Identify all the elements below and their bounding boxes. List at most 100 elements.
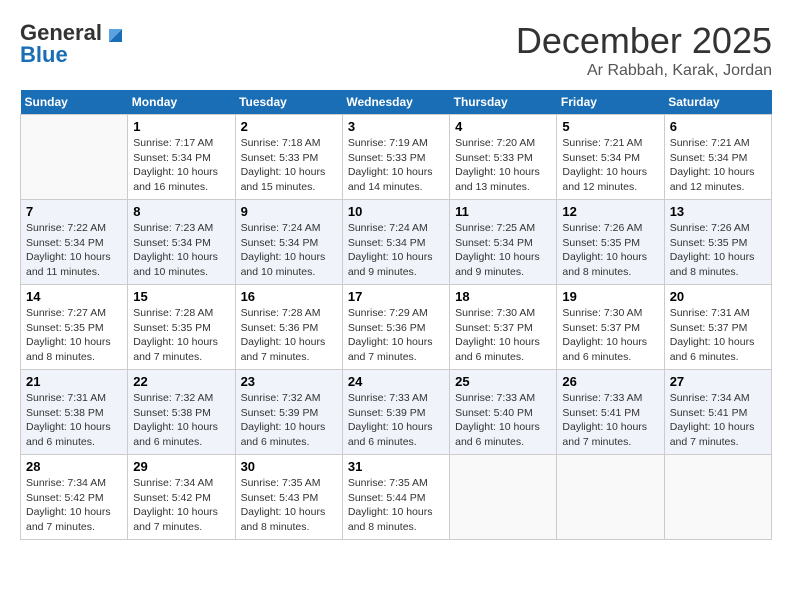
weekday-header-monday: Monday bbox=[128, 90, 235, 115]
calendar-cell: 25 Sunrise: 7:33 AM Sunset: 5:40 PM Dayli… bbox=[450, 370, 557, 455]
day-number: 25 bbox=[455, 374, 551, 389]
day-number: 19 bbox=[562, 289, 658, 304]
day-number: 12 bbox=[562, 204, 658, 219]
day-info: Sunrise: 7:30 AM Sunset: 5:37 PM Dayligh… bbox=[562, 306, 658, 365]
logo: General Blue bbox=[20, 20, 124, 68]
day-info: Sunrise: 7:33 AM Sunset: 5:39 PM Dayligh… bbox=[348, 391, 444, 450]
day-number: 18 bbox=[455, 289, 551, 304]
calendar-table: SundayMondayTuesdayWednesdayThursdayFrid… bbox=[20, 90, 772, 540]
day-info: Sunrise: 7:33 AM Sunset: 5:41 PM Dayligh… bbox=[562, 391, 658, 450]
day-info: Sunrise: 7:26 AM Sunset: 5:35 PM Dayligh… bbox=[562, 221, 658, 280]
calendar-cell: 1 Sunrise: 7:17 AM Sunset: 5:34 PM Daylig… bbox=[128, 115, 235, 200]
calendar-cell: 23 Sunrise: 7:32 AM Sunset: 5:39 PM Dayli… bbox=[235, 370, 342, 455]
weekday-header-friday: Friday bbox=[557, 90, 664, 115]
day-number: 6 bbox=[670, 119, 766, 134]
day-info: Sunrise: 7:28 AM Sunset: 5:35 PM Dayligh… bbox=[133, 306, 229, 365]
calendar-cell: 21 Sunrise: 7:31 AM Sunset: 5:38 PM Dayli… bbox=[21, 370, 128, 455]
day-info: Sunrise: 7:31 AM Sunset: 5:38 PM Dayligh… bbox=[26, 391, 122, 450]
title-block: December 2025 Ar Rabbah, Karak, Jordan bbox=[516, 20, 772, 80]
day-info: Sunrise: 7:30 AM Sunset: 5:37 PM Dayligh… bbox=[455, 306, 551, 365]
weekday-header-saturday: Saturday bbox=[664, 90, 771, 115]
calendar-cell: 18 Sunrise: 7:30 AM Sunset: 5:37 PM Dayli… bbox=[450, 285, 557, 370]
day-info: Sunrise: 7:20 AM Sunset: 5:33 PM Dayligh… bbox=[455, 136, 551, 195]
day-info: Sunrise: 7:19 AM Sunset: 5:33 PM Dayligh… bbox=[348, 136, 444, 195]
calendar-cell: 15 Sunrise: 7:28 AM Sunset: 5:35 PM Dayli… bbox=[128, 285, 235, 370]
page-header: General Blue December 2025 Ar Rabbah, Ka… bbox=[20, 20, 772, 80]
day-info: Sunrise: 7:34 AM Sunset: 5:41 PM Dayligh… bbox=[670, 391, 766, 450]
day-info: Sunrise: 7:28 AM Sunset: 5:36 PM Dayligh… bbox=[241, 306, 337, 365]
calendar-cell: 27Sunrise: 7:34 AM Sunset: 5:41 PM Dayli… bbox=[664, 370, 771, 455]
day-number: 10 bbox=[348, 204, 444, 219]
day-info: Sunrise: 7:34 AM Sunset: 5:42 PM Dayligh… bbox=[133, 476, 229, 535]
day-number: 5 bbox=[562, 119, 658, 134]
calendar-cell: 28Sunrise: 7:34 AM Sunset: 5:42 PM Dayli… bbox=[21, 455, 128, 540]
calendar-cell: 16Sunrise: 7:28 AM Sunset: 5:36 PM Dayli… bbox=[235, 285, 342, 370]
day-info: Sunrise: 7:17 AM Sunset: 5:34 PM Dayligh… bbox=[133, 136, 229, 195]
calendar-cell bbox=[557, 455, 664, 540]
calendar-cell: 30 Sunrise: 7:35 AM Sunset: 5:43 PM Dayli… bbox=[235, 455, 342, 540]
calendar-cell: 20 Sunrise: 7:31 AM Sunset: 5:37 PM Dayli… bbox=[664, 285, 771, 370]
day-number: 31 bbox=[348, 459, 444, 474]
calendar-cell: 6 Sunrise: 7:21 AM Sunset: 5:34 PM Daylig… bbox=[664, 115, 771, 200]
day-number: 15 bbox=[133, 289, 229, 304]
day-info: Sunrise: 7:22 AM Sunset: 5:34 PM Dayligh… bbox=[26, 221, 122, 280]
calendar-cell: 31 Sunrise: 7:35 AM Sunset: 5:44 PM Dayli… bbox=[342, 455, 449, 540]
location-subtitle: Ar Rabbah, Karak, Jordan bbox=[516, 62, 772, 80]
day-number: 28 bbox=[26, 459, 122, 474]
day-info: Sunrise: 7:33 AM Sunset: 5:40 PM Dayligh… bbox=[455, 391, 551, 450]
day-info: Sunrise: 7:21 AM Sunset: 5:34 PM Dayligh… bbox=[670, 136, 766, 195]
calendar-cell bbox=[21, 115, 128, 200]
day-info: Sunrise: 7:31 AM Sunset: 5:37 PM Dayligh… bbox=[670, 306, 766, 365]
day-info: Sunrise: 7:32 AM Sunset: 5:39 PM Dayligh… bbox=[241, 391, 337, 450]
logo-icon bbox=[104, 24, 122, 42]
day-info: Sunrise: 7:21 AM Sunset: 5:34 PM Dayligh… bbox=[562, 136, 658, 195]
day-number: 22 bbox=[133, 374, 229, 389]
day-number: 8 bbox=[133, 204, 229, 219]
calendar-cell: 5 Sunrise: 7:21 AM Sunset: 5:34 PM Daylig… bbox=[557, 115, 664, 200]
calendar-week-2: 7 Sunrise: 7:22 AM Sunset: 5:34 PM Daylig… bbox=[21, 200, 772, 285]
day-info: Sunrise: 7:25 AM Sunset: 5:34 PM Dayligh… bbox=[455, 221, 551, 280]
calendar-week-3: 14 Sunrise: 7:27 AM Sunset: 5:35 PM Dayli… bbox=[21, 285, 772, 370]
day-number: 29 bbox=[133, 459, 229, 474]
day-number: 14 bbox=[26, 289, 122, 304]
month-title: December 2025 bbox=[516, 20, 772, 62]
day-info: Sunrise: 7:27 AM Sunset: 5:35 PM Dayligh… bbox=[26, 306, 122, 365]
day-number: 23 bbox=[241, 374, 337, 389]
day-info: Sunrise: 7:24 AM Sunset: 5:34 PM Dayligh… bbox=[348, 221, 444, 280]
calendar-cell bbox=[450, 455, 557, 540]
day-info: Sunrise: 7:24 AM Sunset: 5:34 PM Dayligh… bbox=[241, 221, 337, 280]
calendar-cell: 19 Sunrise: 7:30 AM Sunset: 5:37 PM Dayli… bbox=[557, 285, 664, 370]
day-info: Sunrise: 7:26 AM Sunset: 5:35 PM Dayligh… bbox=[670, 221, 766, 280]
day-number: 26 bbox=[562, 374, 658, 389]
calendar-cell: 8 Sunrise: 7:23 AM Sunset: 5:34 PM Daylig… bbox=[128, 200, 235, 285]
day-number: 2 bbox=[241, 119, 337, 134]
calendar-cell: 3 Sunrise: 7:19 AM Sunset: 5:33 PM Daylig… bbox=[342, 115, 449, 200]
weekday-header-row: SundayMondayTuesdayWednesdayThursdayFrid… bbox=[21, 90, 772, 115]
day-number: 9 bbox=[241, 204, 337, 219]
calendar-cell: 13Sunrise: 7:26 AM Sunset: 5:35 PM Dayli… bbox=[664, 200, 771, 285]
weekday-header-tuesday: Tuesday bbox=[235, 90, 342, 115]
day-info: Sunrise: 7:35 AM Sunset: 5:43 PM Dayligh… bbox=[241, 476, 337, 535]
day-number: 11 bbox=[455, 204, 551, 219]
day-number: 30 bbox=[241, 459, 337, 474]
weekday-header-thursday: Thursday bbox=[450, 90, 557, 115]
calendar-cell: 12 Sunrise: 7:26 AM Sunset: 5:35 PM Dayli… bbox=[557, 200, 664, 285]
day-info: Sunrise: 7:29 AM Sunset: 5:36 PM Dayligh… bbox=[348, 306, 444, 365]
day-number: 3 bbox=[348, 119, 444, 134]
day-number: 7 bbox=[26, 204, 122, 219]
calendar-cell: 29 Sunrise: 7:34 AM Sunset: 5:42 PM Dayli… bbox=[128, 455, 235, 540]
calendar-cell: 7 Sunrise: 7:22 AM Sunset: 5:34 PM Daylig… bbox=[21, 200, 128, 285]
day-info: Sunrise: 7:23 AM Sunset: 5:34 PM Dayligh… bbox=[133, 221, 229, 280]
day-number: 1 bbox=[133, 119, 229, 134]
day-number: 4 bbox=[455, 119, 551, 134]
calendar-cell: 10 Sunrise: 7:24 AM Sunset: 5:34 PM Dayli… bbox=[342, 200, 449, 285]
day-info: Sunrise: 7:35 AM Sunset: 5:44 PM Dayligh… bbox=[348, 476, 444, 535]
calendar-cell: 4 Sunrise: 7:20 AM Sunset: 5:33 PM Daylig… bbox=[450, 115, 557, 200]
calendar-cell: 17 Sunrise: 7:29 AM Sunset: 5:36 PM Dayli… bbox=[342, 285, 449, 370]
day-number: 21 bbox=[26, 374, 122, 389]
day-number: 20 bbox=[670, 289, 766, 304]
day-number: 24 bbox=[348, 374, 444, 389]
calendar-cell: 9 Sunrise: 7:24 AM Sunset: 5:34 PM Daylig… bbox=[235, 200, 342, 285]
day-number: 17 bbox=[348, 289, 444, 304]
calendar-cell: 11 Sunrise: 7:25 AM Sunset: 5:34 PM Dayli… bbox=[450, 200, 557, 285]
